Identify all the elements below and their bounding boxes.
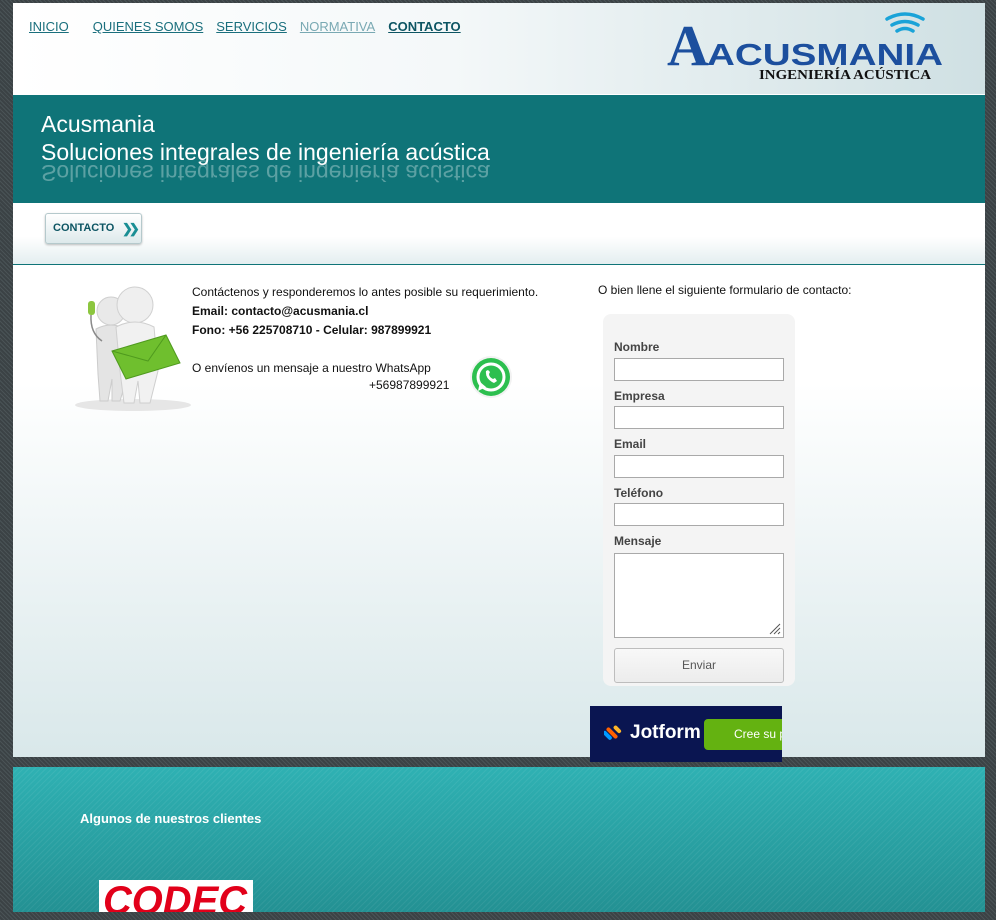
client-logo-codec[interactable]: CODEC [99,880,253,912]
breadcrumb-label: CONTACTO [53,222,115,234]
contact-email: Email: contacto@acusmania.cl [192,304,369,318]
field-label-empresa: Empresa [614,389,665,403]
field-label-mensaje: Mensaje [614,534,662,548]
jotform-brand: Jotform [630,722,701,743]
site-footer: Algunos de nuestros clientes CODEC [13,767,985,912]
wifi-signal-icon [885,12,925,33]
banner-title: Acusmania [41,111,155,137]
breadcrumb-contacto-button[interactable]: CONTACTO ❯❯ [45,213,142,244]
site-header: INICIO QUIENES SOMOS SERVICIOS NORMATIVA… [13,3,985,94]
nav-quienes-somos[interactable]: QUIENES SOMOS [93,19,204,34]
nav-inicio[interactable]: INICIO [29,19,69,34]
main-nav: INICIO QUIENES SOMOS SERVICIOS NORMATIVA… [29,19,474,34]
banner-subtitle-reflection: Soluciones integrales de ingeniería acús… [41,160,490,186]
form-intro: O bien llene el siguiente formulario de … [598,283,852,297]
nav-normativa[interactable]: NORMATIVA [300,19,375,34]
acusmania-logo[interactable]: A ACUSMANIA INGENIERÍA ACÚSTICA [665,7,945,87]
support-figure-icon [75,286,191,411]
double-chevron-icon: ❯❯ [122,221,140,236]
svg-text:CODEC: CODEC [103,880,248,912]
field-label-nombre: Nombre [614,340,660,354]
logo-wordmark: ACUSMANIA [707,37,943,72]
jotform-banner: Jotform Cree su p [590,706,782,762]
contact-form: Nombre Empresa Email Teléfono Mensaje En… [603,314,795,686]
telefono-input[interactable] [614,503,784,526]
empresa-input[interactable] [614,406,784,429]
email-input[interactable] [614,455,784,478]
field-label-email: Email [614,437,647,451]
nombre-input[interactable] [614,358,784,381]
whatsapp-icon[interactable] [466,353,516,403]
whatsapp-number: +56987899921 [369,378,450,392]
hero-banner: Acusmania Soluciones integrales de ingen… [13,95,985,203]
contact-intro: Contáctenos y responderemos lo antes pos… [192,285,539,299]
nav-contacto[interactable]: CONTACTO [388,19,460,34]
jotform-logo-icon [604,725,622,740]
svg-text:A: A [667,13,709,78]
field-label-telefono: Teléfono [614,486,664,500]
resize-grip-icon[interactable] [767,621,781,635]
jotform-cta-button[interactable]: Cree su p [704,719,782,750]
enviar-button[interactable]: Enviar [614,648,784,683]
clients-title: Algunos de nuestros clientes [80,811,262,826]
logo-tagline: INGENIERÍA ACÚSTICA [759,66,932,83]
contact-phone: Fono: +56 225708710 - Celular: 987899921 [192,323,432,337]
nav-servicios[interactable]: SERVICIOS [216,19,287,34]
page-body: INICIO QUIENES SOMOS SERVICIOS NORMATIVA… [13,3,985,757]
mensaje-textarea[interactable] [614,553,784,638]
breadcrumb-bar: CONTACTO ❯❯ [13,203,985,265]
